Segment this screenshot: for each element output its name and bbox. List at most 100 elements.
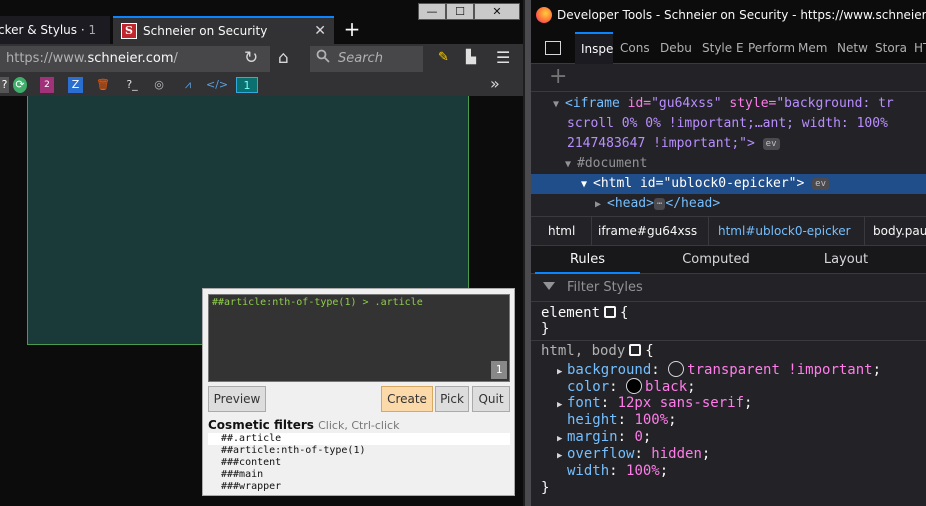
tab-more[interactable]: HT: [914, 32, 926, 64]
tab-console[interactable]: Cons: [620, 32, 654, 64]
close-window-button[interactable]: ✕: [474, 3, 520, 20]
expand-twisty-icon[interactable]: ▶: [557, 448, 567, 465]
collapsed-ellipsis[interactable]: ⋯: [653, 198, 666, 210]
markup-html-line-selected[interactable]: ▼ <html id="ublock0-epicker"> ev: [531, 174, 926, 194]
stylus-extension-icon[interactable]: 1: [236, 77, 258, 93]
property-value[interactable]: 12px sans-serif: [618, 395, 744, 411]
cosmetic-filters-list: ##.article ##article:nth-of-type(1) ###c…: [208, 433, 510, 493]
tab-computed[interactable]: Computed: [651, 246, 781, 274]
tab-inspector[interactable]: Inspe: [575, 32, 613, 64]
property-name[interactable]: width: [567, 463, 609, 479]
element-picker-icon[interactable]: [545, 41, 561, 55]
eye-extension-icon[interactable]: ◎: [151, 77, 167, 93]
declaration-color[interactable]: color: black;: [567, 378, 696, 395]
property-value[interactable]: 0: [634, 429, 642, 445]
refresh-extension-icon[interactable]: ⟳: [13, 77, 27, 93]
cosmetic-filter-item[interactable]: ###content: [208, 457, 510, 469]
extension-icon[interactable]: ?: [0, 77, 9, 93]
property-name[interactable]: overflow: [567, 446, 634, 462]
property-value[interactable]: 100%: [634, 412, 668, 428]
expand-twisty-icon[interactable]: ▶: [557, 397, 567, 414]
filter-textarea[interactable]: ##article:nth-of-type(1) > .article 1: [208, 294, 510, 382]
breadcrumb-html-epicker[interactable]: html#ublock0-epicker: [718, 217, 851, 245]
cosmetic-filter-item[interactable]: ###wrapper: [208, 481, 510, 493]
home-icon[interactable]: ⌂: [278, 48, 289, 68]
overflow-chevron-icon[interactable]: »: [490, 76, 500, 92]
pick-button[interactable]: Pick: [435, 386, 469, 412]
breadcrumb-iframe[interactable]: iframe#gu64xss: [598, 217, 697, 245]
declaration-margin[interactable]: ▶ margin: 0;: [557, 429, 651, 446]
tab-storage[interactable]: Stora: [875, 32, 909, 64]
property-value[interactable]: black: [645, 379, 687, 395]
event-badge[interactable]: ev: [762, 138, 780, 150]
preview-button[interactable]: Preview: [208, 386, 266, 412]
minimize-button[interactable]: —: [418, 3, 446, 20]
quit-button[interactable]: Quit: [472, 386, 510, 412]
cosmetic-filter-item[interactable]: ##article:nth-of-type(1): [208, 445, 510, 457]
code-extension-icon[interactable]: </>: [206, 77, 228, 93]
trash-icon[interactable]: 🗑: [96, 77, 110, 93]
property-name[interactable]: margin: [567, 429, 618, 445]
reload-icon[interactable]: ↻: [244, 48, 258, 68]
tab-ublock-stylus[interactable]: cker & Stylus · 1: [0, 16, 110, 44]
add-node-icon[interactable]: +: [549, 66, 567, 88]
devtools-tabbar: Inspe Cons Debu Style E Perform Mem Netw…: [531, 32, 926, 64]
gear-icon[interactable]: [604, 306, 617, 318]
shoe-extension-icon[interactable]: ⩘: [180, 77, 196, 93]
breadcrumb-body[interactable]: body.pau: [873, 217, 926, 245]
cosmetic-filters-heading: Cosmetic filters Click, Ctrl-click: [208, 418, 399, 432]
event-badge[interactable]: ev: [812, 178, 830, 190]
hamburger-menu-icon[interactable]: ☰: [496, 48, 510, 67]
property-value[interactable]: transparent !important: [687, 362, 872, 378]
badge-extension-icon[interactable]: 2: [40, 77, 54, 93]
tab-schneier[interactable]: S Schneier on Security ✕: [113, 16, 334, 44]
tab-debugger[interactable]: Debu: [660, 32, 697, 64]
sidebar-tabs: Rules Computed Layout: [531, 246, 926, 274]
url-bar[interactable]: https://www.schneier.com/: [0, 46, 270, 72]
expanded-twisty-icon[interactable]: ▼: [553, 95, 565, 115]
tab-style-editor[interactable]: Style E: [702, 32, 743, 64]
color-swatch-icon[interactable]: [626, 378, 643, 394]
filter-icon: [543, 282, 555, 290]
new-tab-button[interactable]: +: [340, 16, 364, 44]
tab-memory[interactable]: Mem: [798, 32, 829, 64]
expand-twisty-icon[interactable]: ▶: [557, 364, 567, 381]
match-count-badge: 1: [491, 361, 507, 379]
breadcrumb-html[interactable]: html: [548, 217, 575, 245]
breadcrumb: html iframe#gu64xss html#ublock0-epicker…: [531, 216, 926, 246]
declaration-background[interactable]: ▶ background: transparent !important;: [557, 361, 881, 378]
close-tab-icon[interactable]: ✕: [314, 18, 326, 44]
reader-document-icon[interactable]: ▙: [466, 50, 476, 65]
pencil-icon[interactable]: ✎: [438, 50, 449, 65]
declaration-height[interactable]: height: 100%;: [567, 412, 677, 429]
collapsed-twisty-icon[interactable]: ▶: [595, 195, 607, 215]
tab-rules[interactable]: Rules: [535, 246, 640, 274]
tab-layout[interactable]: Layout: [791, 246, 901, 274]
document-node: #document: [577, 156, 648, 171]
tab-network[interactable]: Netw: [837, 32, 869, 64]
declaration-overflow[interactable]: ▶ overflow: hidden;: [557, 446, 710, 463]
gear-icon[interactable]: [629, 344, 642, 356]
property-value[interactable]: hidden: [651, 446, 702, 462]
declaration-width[interactable]: width: 100%;: [567, 463, 668, 480]
property-name[interactable]: height: [567, 412, 618, 428]
color-swatch-icon[interactable]: [668, 361, 685, 377]
console-extension-icon[interactable]: ?_: [124, 77, 140, 93]
cosmetic-filter-item[interactable]: ##.article: [208, 433, 510, 445]
declaration-font[interactable]: ▶ font: 12px sans-serif;: [557, 395, 752, 412]
filter-styles-input[interactable]: Filter Styles: [531, 274, 926, 302]
expanded-twisty-icon[interactable]: ▼: [581, 175, 593, 195]
property-name[interactable]: font: [567, 395, 601, 411]
markup-document-line[interactable]: ▼ #document: [531, 154, 926, 174]
property-name[interactable]: color: [567, 379, 609, 395]
cosmetic-filter-item[interactable]: ###main: [208, 469, 510, 481]
maximize-button[interactable]: ☐: [446, 3, 474, 20]
property-name[interactable]: background: [567, 362, 651, 378]
create-button[interactable]: Create: [381, 386, 433, 412]
markup-head-line[interactable]: ▶ <head> ⋯ </head>: [531, 194, 926, 214]
expanded-twisty-icon[interactable]: ▼: [565, 155, 577, 175]
tab-performance[interactable]: Perform: [748, 32, 794, 64]
markup-iframe-line[interactable]: ▼ <iframe id="gu64xss" style="background:…: [531, 94, 926, 114]
property-value[interactable]: 100%: [626, 463, 660, 479]
zotero-extension-icon[interactable]: Z: [68, 77, 83, 93]
